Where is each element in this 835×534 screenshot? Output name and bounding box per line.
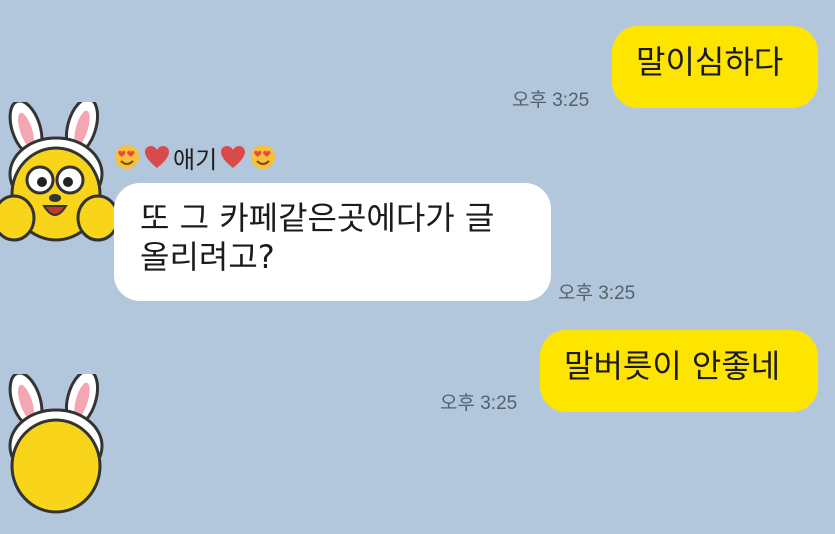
- message-text-line: 올리려고?: [140, 238, 275, 277]
- message-text: 말이심하다: [636, 43, 784, 81]
- bunny-ear-character-avatar-icon[interactable]: [0, 102, 120, 262]
- red-heart-icon: [145, 146, 169, 168]
- message-text: 말버릇이 안좋네: [564, 347, 781, 385]
- bunny-ear-character-avatar-icon[interactable]: [0, 374, 120, 534]
- message-time: 오후 3:25: [558, 283, 636, 304]
- sender-name-text: 애기: [173, 145, 218, 174]
- sender-name: 애기: [112, 140, 278, 174]
- red-heart-icon: [221, 146, 246, 168]
- other-message-bubble[interactable]: 또 그 카페같은곳에다가 글 올리려고?: [114, 183, 551, 301]
- my-message-bubble[interactable]: 말버릇이 안좋네: [540, 330, 818, 412]
- chat-room[interactable]: 말이심하다 오후 3:25 애기 또 그 카페같은곳에다가 글 올리려고? 오후…: [0, 0, 835, 514]
- message-text-line: 또 그 카페같은곳에다가 글: [140, 199, 495, 237]
- heart-eyes-emoji-icon: [251, 145, 276, 169]
- heart-eyes-emoji-icon: [115, 145, 139, 169]
- message-time: 오후 3:25: [512, 90, 590, 111]
- message-time: 오후 3:25: [440, 393, 518, 414]
- my-message-bubble[interactable]: 말이심하다: [612, 26, 818, 108]
